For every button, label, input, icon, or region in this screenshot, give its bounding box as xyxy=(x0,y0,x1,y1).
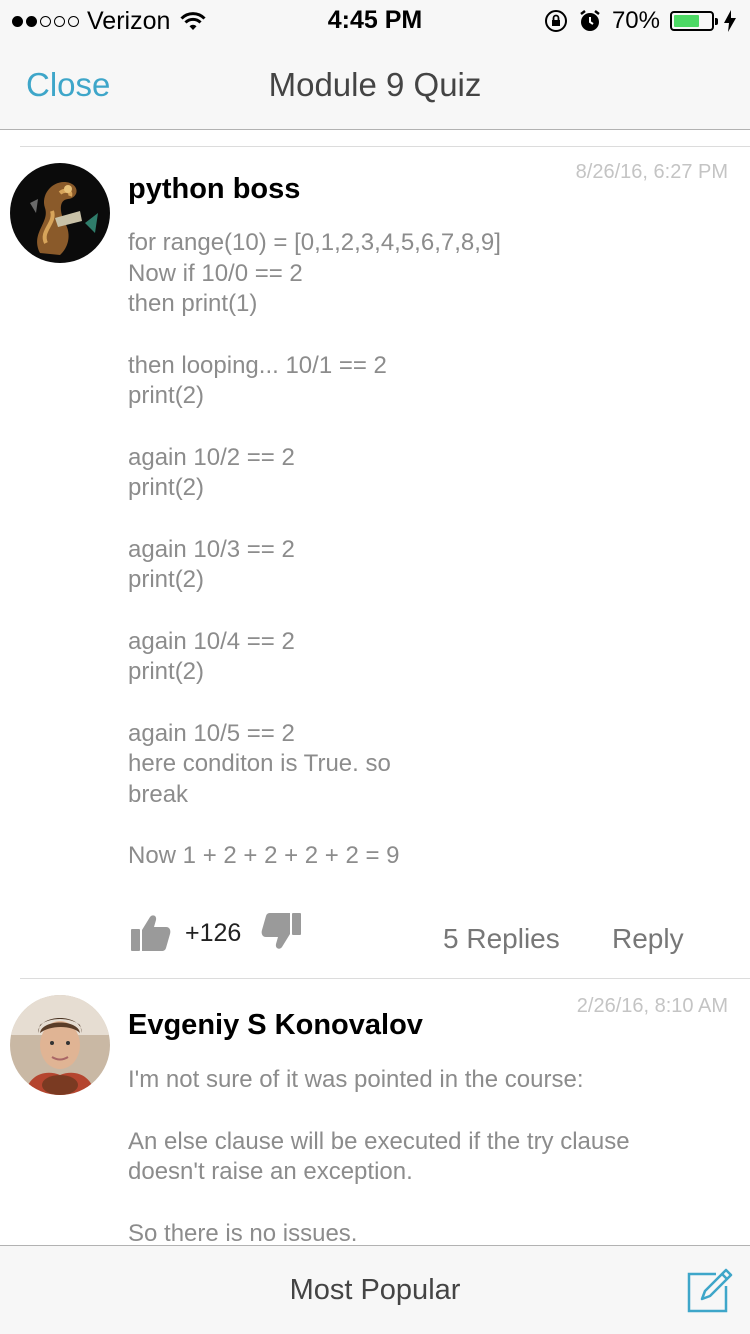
replies-link[interactable]: 5 Replies xyxy=(443,923,560,955)
avatar[interactable] xyxy=(10,995,110,1095)
comment-paragraph: for range(10) = [0,1,2,3,4,5,6,7,8,9] No… xyxy=(128,229,501,317)
comment-paragraph: again 10/4 == 2 print(2) xyxy=(128,627,295,686)
vote-count: +126 xyxy=(185,919,242,947)
thumbs-down-icon[interactable] xyxy=(260,911,302,951)
comment-author[interactable]: Evgeniy S Konovalov xyxy=(128,1009,423,1042)
comment-paragraph: So there is no issues. xyxy=(128,1219,358,1246)
status-bar: Verizon 4:45 PM 70% xyxy=(0,0,750,40)
divider xyxy=(20,978,750,979)
status-right: 70% xyxy=(544,7,736,35)
comment-paragraph: I'm not sure of it was pointed in the co… xyxy=(128,1066,584,1093)
nav-bar: Module 9 Quiz Close xyxy=(0,40,750,130)
comment-paragraph: Now 1 + 2 + 2 + 2 + 2 = 9 xyxy=(128,842,400,869)
user-avatar-image xyxy=(10,995,110,1095)
battery-icon xyxy=(670,11,718,31)
thumbs-up-icon[interactable] xyxy=(130,913,172,953)
comment-timestamp: 8/26/16, 6:27 PM xyxy=(575,161,728,183)
charging-bolt-icon xyxy=(724,10,736,32)
comments-list[interactable]: python boss 8/26/16, 6:27 PM for range(1… xyxy=(0,131,750,1245)
comment-paragraph: again 10/5 == 2 here conditon is True. s… xyxy=(128,719,391,808)
close-button[interactable]: Close xyxy=(26,66,110,104)
orientation-lock-icon xyxy=(544,10,567,32)
python-avatar-image xyxy=(10,163,110,263)
battery-percent: 70% xyxy=(611,7,660,34)
page-title: Module 9 Quiz xyxy=(268,66,482,103)
reply-button[interactable]: Reply xyxy=(612,923,684,955)
sort-selector[interactable]: Most Popular xyxy=(0,1274,750,1307)
comment-timestamp: 2/26/16, 8:10 AM xyxy=(576,995,728,1017)
comment-paragraph: again 10/3 == 2 print(2) xyxy=(128,535,295,594)
bottom-bar: Most Popular xyxy=(0,1245,750,1334)
comment-paragraph: An else clause will be executed if the t… xyxy=(128,1127,630,1186)
compose-icon[interactable] xyxy=(686,1266,734,1314)
comment-paragraph: then looping... 10/1 == 2 print(2) xyxy=(128,351,387,410)
comment-body: I'm not sure of it was pointed in the co… xyxy=(128,1065,708,1245)
battery-level xyxy=(674,15,700,27)
alarm-icon xyxy=(580,10,600,31)
comment-body: for range(10) = [0,1,2,3,4,5,6,7,8,9] No… xyxy=(128,228,708,872)
divider xyxy=(20,146,750,147)
comment-author[interactable]: python boss xyxy=(128,173,300,206)
comment-paragraph: again 10/2 == 2 print(2) xyxy=(128,443,295,502)
avatar[interactable] xyxy=(10,163,110,263)
